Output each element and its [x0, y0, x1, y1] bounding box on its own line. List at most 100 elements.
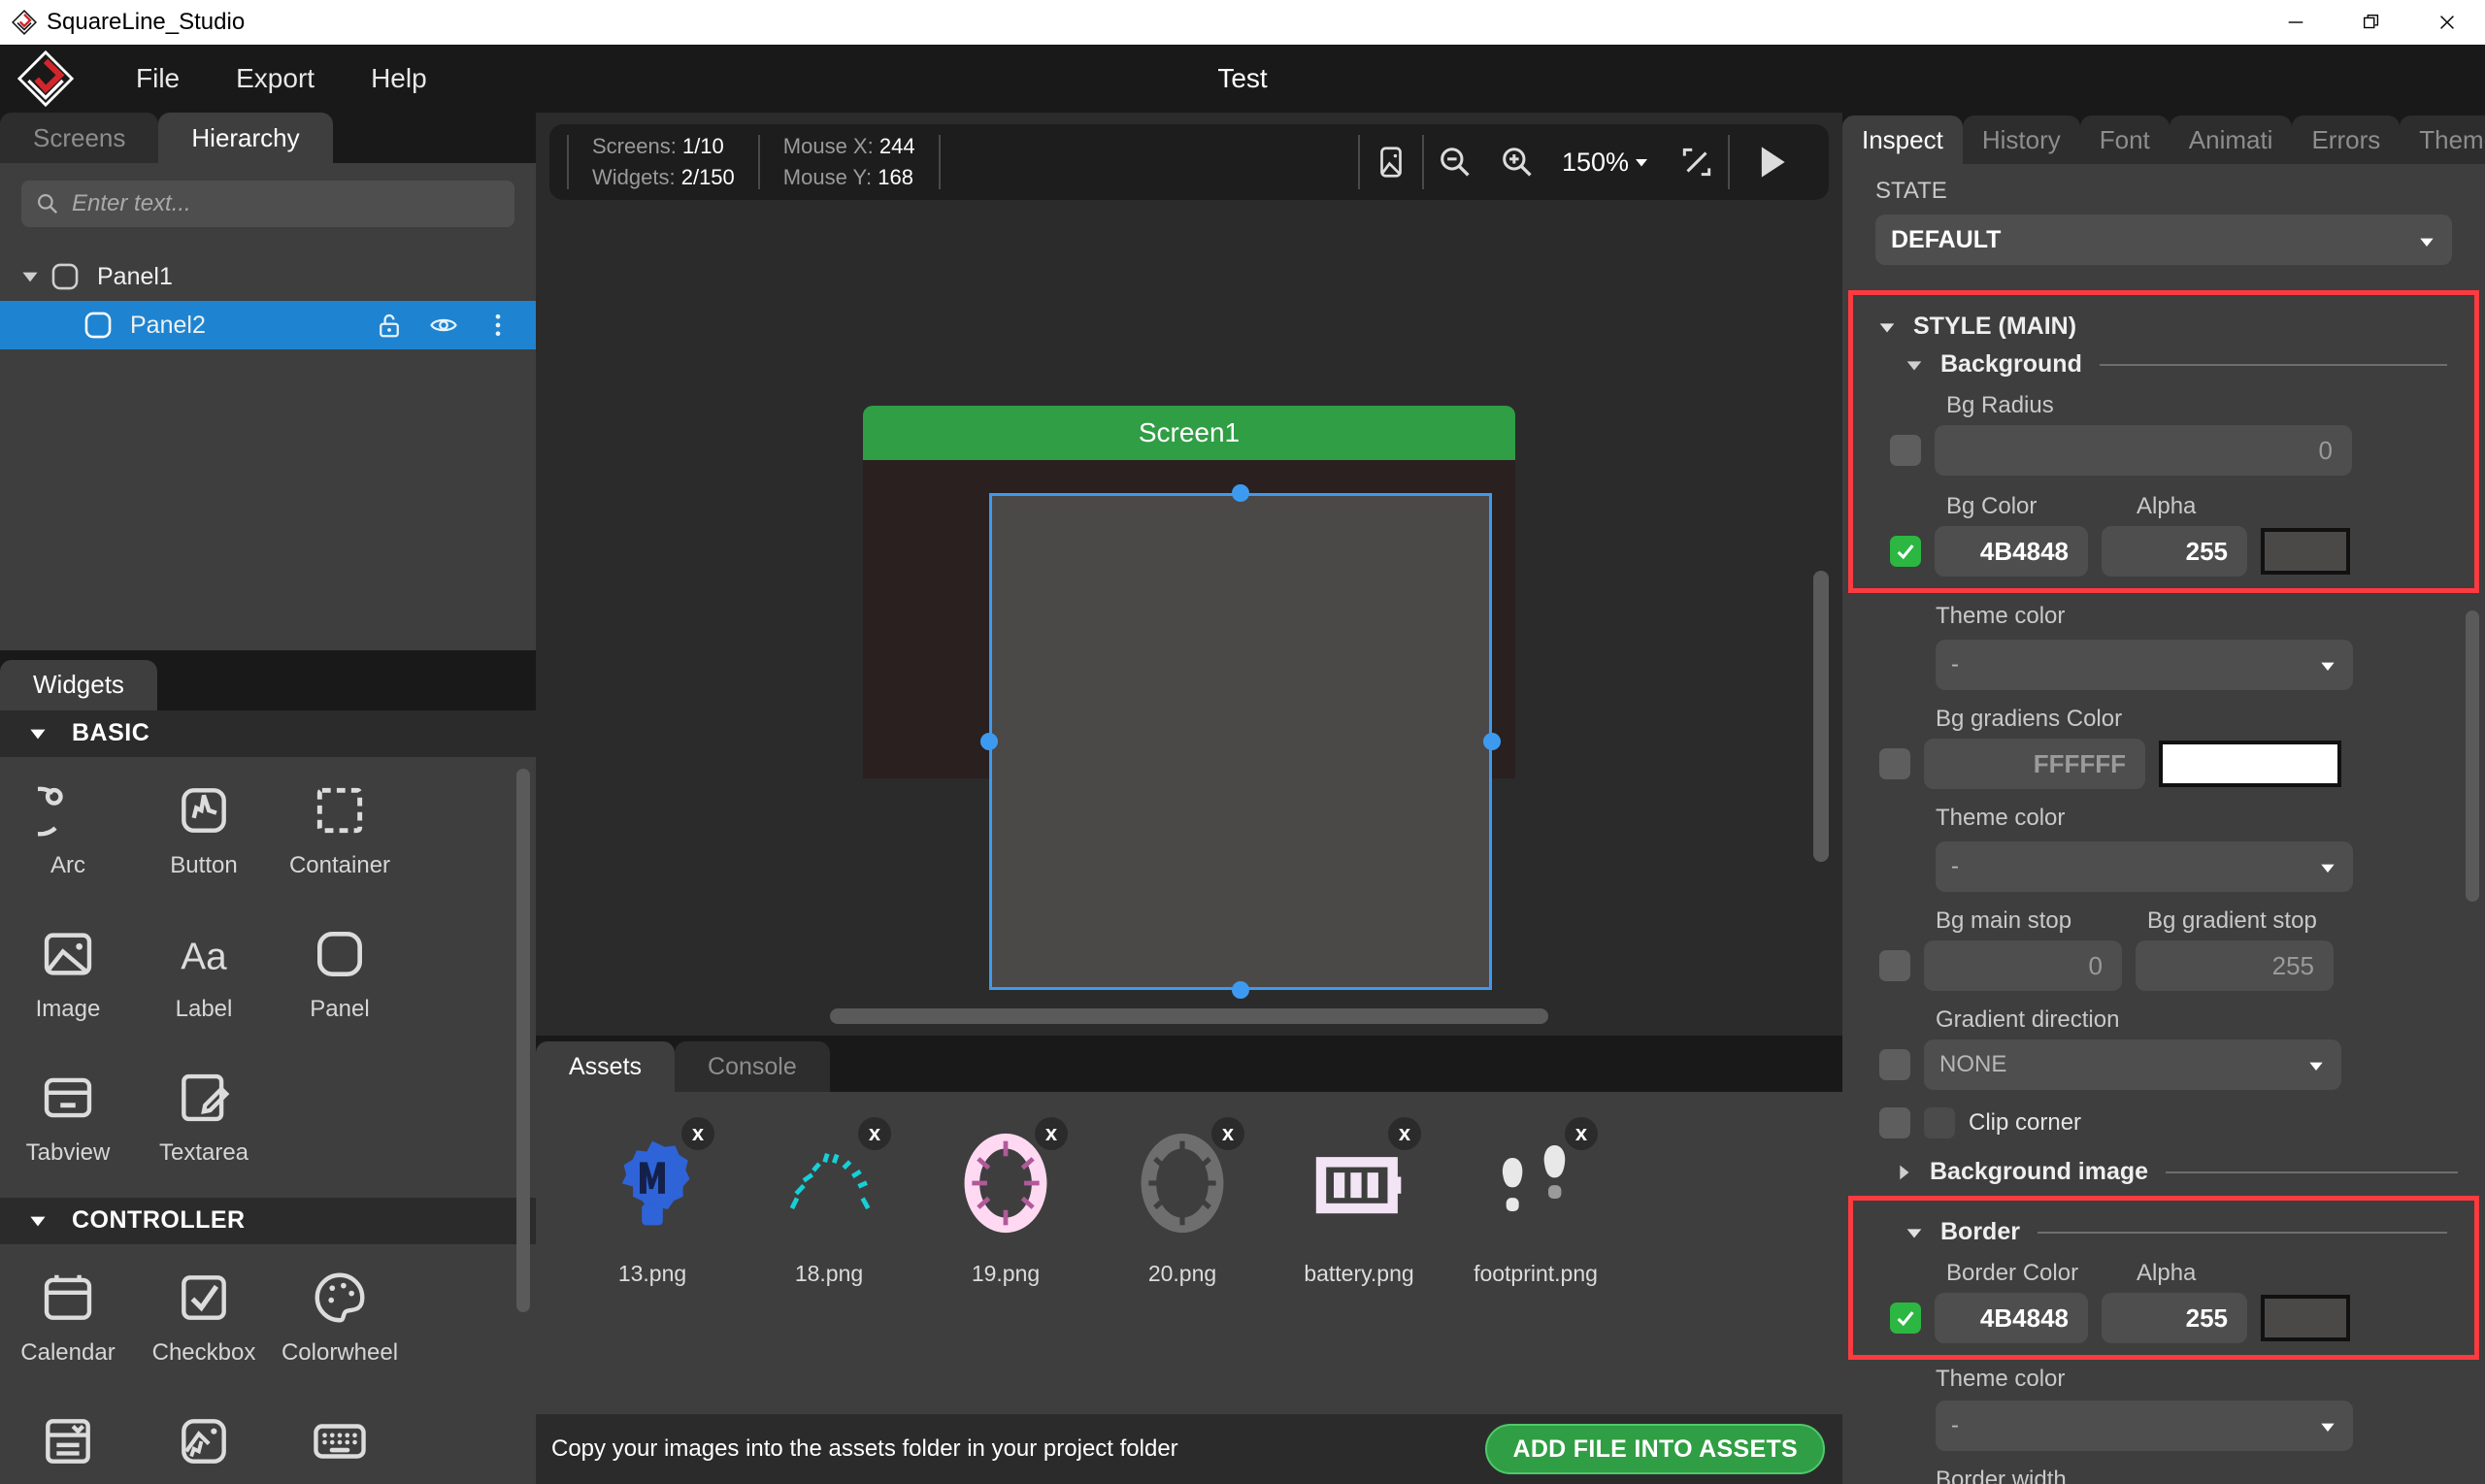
delete-asset-button[interactable]: x [681, 1117, 714, 1150]
chevron-down-icon[interactable] [1876, 316, 1898, 338]
tab-widgets[interactable]: Widgets [0, 659, 157, 710]
add-file-into-assets-button[interactable]: ADD FILE INTO ASSETS [1485, 1424, 1825, 1474]
chevron-down-icon[interactable] [17, 264, 43, 289]
tab-console[interactable]: Console [675, 1041, 830, 1092]
inspector-scrollbar[interactable] [2466, 610, 2479, 903]
bg-gradient-color-swatch[interactable] [2159, 741, 2341, 788]
widget-section-basic-header[interactable]: BASIC [0, 709, 536, 757]
delete-asset-button[interactable]: x [858, 1117, 891, 1150]
delete-asset-button[interactable]: x [1388, 1117, 1421, 1150]
selected-widget-fill[interactable] [989, 493, 1492, 990]
selected-widget[interactable] [980, 484, 1501, 999]
widget-item-tabview[interactable]: Tabview [0, 1054, 136, 1198]
widget-item-keyboard[interactable]: Keyboard [272, 1398, 408, 1484]
play-button[interactable] [1730, 141, 1811, 183]
background-header[interactable]: Background [1853, 343, 2474, 380]
border-header[interactable]: Border [1853, 1210, 2474, 1248]
resize-handle-left[interactable] [980, 733, 998, 750]
bg-gradient-color-input[interactable]: FFFFFF [1924, 739, 2145, 790]
asset-item[interactable]: x 13.png [569, 1117, 736, 1287]
image-preview-button[interactable] [1360, 131, 1422, 193]
widgets-scrollbar[interactable] [516, 768, 530, 1312]
widget-item-checkbox[interactable]: Checkbox [136, 1254, 272, 1398]
bg-gradient-stop-input[interactable]: 255 [2136, 940, 2334, 992]
search-input[interactable]: Enter text... [21, 181, 514, 227]
delete-asset-button[interactable]: x [1565, 1117, 1598, 1150]
chevron-down-icon[interactable] [25, 1208, 50, 1234]
tab-errors[interactable]: Errors [2292, 115, 2401, 165]
tab-font[interactable]: Font [2079, 115, 2170, 165]
left-panel-splitter[interactable] [0, 650, 536, 660]
bg-radius-enable-checkbox[interactable] [1890, 435, 1921, 467]
close-button[interactable] [2409, 0, 2485, 45]
resize-handle-bottom[interactable] [1232, 981, 1249, 999]
screen-header[interactable]: Screen1 [863, 406, 1515, 460]
widget-item-button[interactable]: Button [136, 767, 272, 910]
clip-corner-checkbox[interactable] [1924, 1107, 1955, 1139]
asset-item[interactable]: x battery.png [1276, 1117, 1442, 1287]
minimize-button[interactable] [2258, 0, 2334, 45]
widget-section-controller-header[interactable]: CONTROLLER [0, 1197, 536, 1244]
tab-assets[interactable]: Assets [536, 1041, 676, 1092]
tab-screens[interactable]: Screens [0, 113, 159, 163]
asset-item[interactable]: x 20.png [1099, 1117, 1266, 1287]
bg-theme-color2-select[interactable]: - [1936, 841, 2353, 893]
border-alpha-input[interactable]: 255 [2102, 1293, 2247, 1344]
border-color-swatch[interactable] [2261, 1295, 2350, 1342]
widget-item-panel[interactable]: Panel [272, 910, 408, 1054]
delete-asset-button[interactable]: x [1035, 1117, 1068, 1150]
chevron-down-icon[interactable] [1904, 1222, 1925, 1243]
canvas-vertical-scrollbar[interactable] [1813, 571, 1829, 862]
bg-stops-enable-checkbox[interactable] [1879, 950, 1910, 982]
tree-row-panel2[interactable]: Panel2 [0, 301, 536, 349]
resize-handle-right[interactable] [1483, 733, 1501, 750]
chevron-right-icon[interactable] [1893, 1162, 1914, 1183]
style-main-header[interactable]: STYLE (MAIN) [1853, 305, 2474, 343]
widget-item-label[interactable]: Aa Label [136, 910, 272, 1054]
widget-item-calendar[interactable]: Calendar [0, 1254, 136, 1398]
bg-color-swatch[interactable] [2261, 528, 2350, 576]
gradient-direction-select[interactable]: NONE [1924, 1039, 2341, 1091]
border-color-enable-checkbox[interactable] [1890, 1303, 1921, 1335]
eye-icon[interactable] [429, 311, 458, 340]
fit-to-screen-button[interactable] [1666, 131, 1728, 193]
restore-button[interactable] [2334, 0, 2409, 45]
chevron-down-icon[interactable] [1633, 153, 1650, 171]
background-image-header[interactable]: Background image [1842, 1150, 2485, 1188]
tab-hierarchy[interactable]: Hierarchy [158, 113, 333, 163]
chevron-down-icon[interactable] [1904, 354, 1925, 376]
bg-radius-input[interactable]: 0 [1935, 425, 2352, 477]
screen-body[interactable] [863, 460, 1515, 999]
widget-item-image[interactable]: Image [0, 910, 136, 1054]
menu-file[interactable]: File [136, 63, 180, 94]
chevron-down-icon[interactable] [25, 721, 50, 746]
delete-asset-button[interactable]: x [1211, 1117, 1244, 1150]
bg-alpha-input[interactable]: 255 [2102, 526, 2247, 577]
design-canvas[interactable]: Screen1 [536, 202, 1842, 1036]
canvas-horizontal-scrollbar[interactable] [830, 1008, 1548, 1024]
tab-inspect[interactable]: Inspect [1842, 115, 1963, 165]
zoom-in-button[interactable] [1486, 131, 1548, 193]
resize-handle-top[interactable] [1232, 484, 1249, 502]
widget-item-arc[interactable]: Arc [0, 767, 136, 910]
tree-row-panel1[interactable]: Panel1 [0, 252, 536, 301]
asset-item[interactable]: x 19.png [922, 1117, 1089, 1287]
menu-help[interactable]: Help [371, 63, 427, 94]
bg-gradient-enable-checkbox[interactable] [1879, 748, 1910, 780]
widget-item-dropdown[interactable]: Dropdown [0, 1398, 136, 1484]
menu-export[interactable]: Export [236, 63, 315, 94]
widget-item-container[interactable]: Container [272, 767, 408, 910]
asset-item[interactable]: x footprint.png [1452, 1117, 1619, 1287]
widget-item-textarea[interactable]: Textarea [136, 1054, 272, 1198]
clip-corner-enable-checkbox[interactable] [1879, 1107, 1910, 1139]
zoom-level[interactable]: 150% [1562, 148, 1629, 178]
unlock-icon[interactable] [375, 311, 404, 340]
zoom-out-button[interactable] [1424, 131, 1486, 193]
more-vertical-icon[interactable] [483, 311, 513, 340]
gradient-direction-enable-checkbox[interactable] [1879, 1049, 1910, 1081]
widget-item-imgbutton[interactable]: Imgbutton [136, 1398, 272, 1484]
state-select[interactable]: DEFAULT [1875, 214, 2452, 266]
border-theme-color-select[interactable]: - [1936, 1401, 2353, 1452]
bg-theme-color-select[interactable]: - [1936, 640, 2353, 691]
tab-themes[interactable]: Themes [2400, 115, 2485, 165]
